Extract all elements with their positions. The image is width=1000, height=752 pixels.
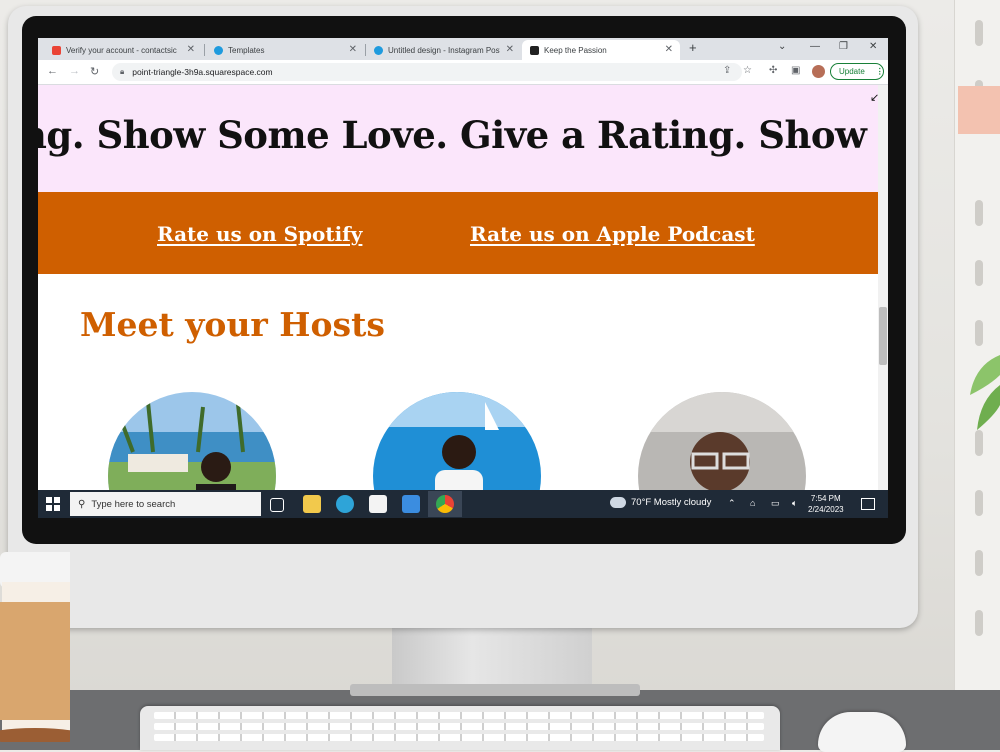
scrollbar-thumb[interactable] bbox=[879, 307, 887, 365]
web-page: ng. Show Some Love. Give a Rating. Show … bbox=[38, 85, 878, 490]
weather-widget[interactable]: 70°F Mostly cloudy bbox=[610, 497, 711, 508]
plant-leaves bbox=[970, 355, 1000, 430]
coffee-cup bbox=[0, 552, 70, 742]
rating-banner: ng. Show Some Love. Give a Rating. Show … bbox=[38, 85, 878, 192]
task-view-icon[interactable] bbox=[270, 498, 284, 512]
tab-title: Verify your account - contactsic bbox=[66, 45, 177, 55]
window-close-button[interactable]: ✕ bbox=[869, 41, 877, 52]
update-label: Update bbox=[839, 67, 865, 76]
banner-marquee-text: ng. Show Some Love. Give a Rating. Show … bbox=[38, 113, 878, 157]
edge-icon[interactable] bbox=[336, 495, 354, 513]
close-icon[interactable]: ✕ bbox=[349, 44, 357, 55]
weather-text: 70°F Mostly cloudy bbox=[631, 497, 712, 508]
exit-fullscreen-icon[interactable]: ↙ bbox=[870, 91, 878, 104]
clock-time: 7:54 PM bbox=[810, 494, 841, 503]
battery-icon[interactable]: ▭ bbox=[771, 498, 780, 509]
minimize-button[interactable]: — bbox=[810, 41, 820, 52]
host-photo-3 bbox=[638, 392, 806, 490]
browser-tab-bar: Verify your account - contactsic ✕ Templ… bbox=[38, 38, 888, 60]
keyboard bbox=[140, 706, 780, 750]
back-icon[interactable]: ← bbox=[47, 65, 58, 77]
extensions-icon[interactable]: ✣ bbox=[769, 65, 777, 76]
windows-start-icon[interactable] bbox=[46, 497, 60, 511]
sticky-note bbox=[958, 86, 1000, 134]
meet-hosts-heading: Meet your Hosts bbox=[80, 305, 385, 344]
file-explorer-icon[interactable] bbox=[303, 495, 321, 513]
update-button[interactable]: Update ⋮ bbox=[830, 63, 884, 80]
tab-gmail[interactable]: Verify your account - contactsic ✕ bbox=[44, 40, 202, 60]
page-scrollbar[interactable] bbox=[878, 85, 888, 490]
cloud-icon bbox=[610, 497, 626, 508]
monitor-foot bbox=[350, 684, 640, 696]
maximize-button[interactable]: ❐ bbox=[839, 41, 848, 52]
clock-date: 2/24/2023 bbox=[808, 505, 844, 514]
search-icon: ⚲ bbox=[78, 498, 86, 510]
rate-us-band: Rate us on Spotify Rate us on Apple Podc… bbox=[38, 192, 878, 274]
monitor-stand bbox=[392, 628, 592, 690]
taskbar-search-input[interactable]: ⚲ Type here to search bbox=[70, 492, 261, 516]
close-icon[interactable]: ✕ bbox=[187, 44, 195, 55]
forward-icon[interactable]: → bbox=[69, 65, 80, 77]
windows-taskbar: ⚲ Type here to search 70°F Mostly cloudy… bbox=[38, 490, 888, 518]
new-tab-button[interactable]: + bbox=[689, 40, 697, 55]
gmail-icon bbox=[52, 45, 61, 55]
squarespace-icon bbox=[530, 45, 539, 55]
tab-title: Keep the Passion bbox=[544, 45, 607, 55]
chrome-icon[interactable] bbox=[436, 495, 454, 513]
notification-icon[interactable] bbox=[861, 498, 875, 510]
share-icon[interactable]: ⇪ bbox=[723, 65, 731, 76]
taskbar-clock[interactable]: 7:54 PM 2/24/2023 bbox=[808, 493, 844, 515]
tab-title: Templates bbox=[228, 45, 265, 55]
close-icon[interactable]: ✕ bbox=[665, 44, 673, 55]
side-panel-icon[interactable]: ▣ bbox=[791, 65, 800, 76]
reload-icon[interactable]: ↻ bbox=[90, 65, 99, 78]
search-placeholder: Type here to search bbox=[91, 498, 176, 510]
volume-icon[interactable]: 🔈︎ bbox=[792, 498, 797, 509]
bookmark-star-icon[interactable]: ☆ bbox=[743, 65, 752, 76]
tab-search-icon[interactable]: ⌄ bbox=[778, 41, 786, 52]
tab-title: Untitled design - Instagram Post bbox=[388, 45, 500, 55]
url-text: point-triangle-3h9a.squarespace.com bbox=[132, 67, 273, 77]
rate-apple-podcast-link[interactable]: Rate us on Apple Podcast bbox=[470, 222, 755, 246]
tray-overflow-icon[interactable]: ⌃ bbox=[728, 498, 736, 509]
tab-templates[interactable]: Templates ✕ bbox=[206, 40, 364, 60]
mail-icon[interactable] bbox=[402, 495, 420, 513]
menu-dots-icon: ⋮ bbox=[875, 67, 884, 76]
canva-icon bbox=[374, 45, 383, 55]
tab-keep-the-passion[interactable]: Keep the Passion ✕ bbox=[522, 40, 680, 60]
profile-avatar[interactable] bbox=[812, 65, 825, 78]
canva-icon bbox=[214, 45, 223, 55]
close-icon[interactable]: ✕ bbox=[506, 44, 514, 55]
browser-toolbar: ← → ↻ 🔒︎ point-triangle-3h9a.squarespace… bbox=[38, 60, 888, 85]
tab-untitled-design[interactable]: Untitled design - Instagram Post ✕ bbox=[366, 40, 521, 60]
host-photo-1 bbox=[108, 392, 276, 490]
lock-icon: 🔒︎ bbox=[120, 67, 125, 76]
address-bar[interactable]: 🔒︎ point-triangle-3h9a.squarespace.com bbox=[112, 63, 742, 81]
meet-icon[interactable]: ⌂ bbox=[750, 498, 755, 508]
store-icon[interactable] bbox=[369, 495, 387, 513]
rate-spotify-link[interactable]: Rate us on Spotify bbox=[157, 222, 362, 246]
mouse bbox=[818, 712, 906, 752]
screen: Verify your account - contactsic ✕ Templ… bbox=[38, 38, 888, 518]
host-photo-2 bbox=[373, 392, 541, 490]
